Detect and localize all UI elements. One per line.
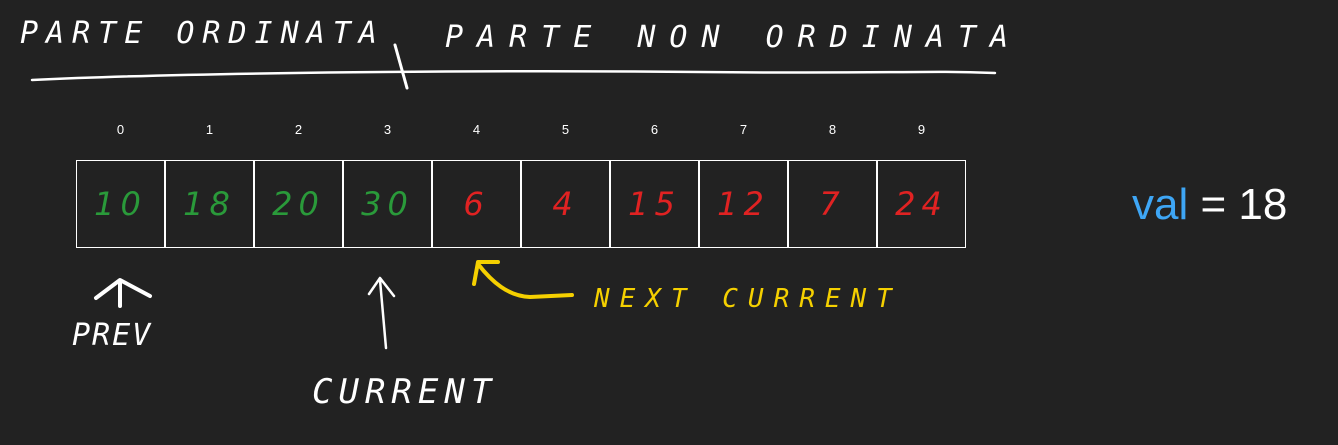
array-index: 2	[294, 122, 303, 137]
array-index: 4	[472, 122, 481, 137]
array-index: 5	[561, 122, 570, 137]
array-cell: 4	[521, 160, 610, 248]
val-equals: =	[1200, 180, 1227, 229]
val-name: val	[1132, 180, 1189, 229]
array-cell: 10	[76, 160, 165, 248]
sorted-part-label: PARTE ORDINATA	[20, 16, 385, 51]
array-cell: 15	[610, 160, 699, 248]
array-cell: 7	[788, 160, 877, 248]
unsorted-part-label: PARTE NON ORDINATA	[445, 20, 1023, 55]
array-index: 0	[116, 122, 125, 137]
next-current-arrow-icon	[472, 260, 574, 299]
array-index: 8	[828, 122, 837, 137]
val-value: 18	[1238, 180, 1288, 229]
array-cell: 12	[699, 160, 788, 248]
array-index: 1	[205, 122, 214, 137]
array-cell: 24	[877, 160, 966, 248]
divider-tick	[393, 43, 409, 90]
array-cell: 6	[432, 160, 521, 248]
array-index: 6	[650, 122, 659, 137]
array-cell: 18	[165, 160, 254, 248]
next-current-label: NEXT CURRENT	[594, 284, 902, 314]
prev-label: PREV	[72, 318, 153, 353]
array-index: 7	[739, 122, 748, 137]
prev-arrow-icon	[94, 278, 152, 308]
header-underline	[30, 70, 997, 82]
array-index: 3	[383, 122, 392, 137]
array-cell: 20	[254, 160, 343, 248]
val-display: val = 18	[1132, 180, 1287, 230]
array-cell: 30	[343, 160, 432, 248]
array-index: 9	[917, 122, 926, 137]
current-label: CURRENT	[312, 372, 498, 412]
current-arrow-icon	[367, 276, 396, 350]
